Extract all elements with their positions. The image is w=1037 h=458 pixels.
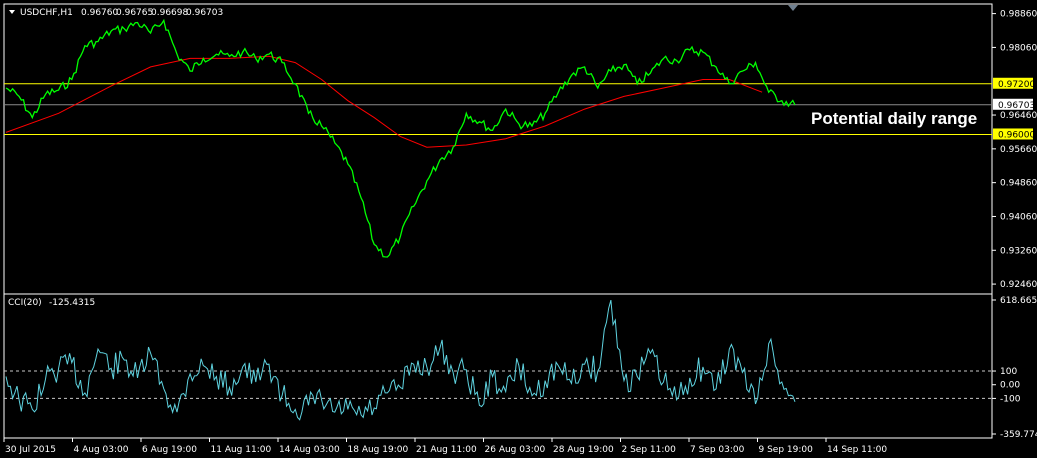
time-tick-label-0: 30 Jul 2015 — [5, 445, 56, 455]
price-tick-label-7: 0.92460 — [1000, 280, 1037, 290]
time-tick-label-12: 14 Sep 11:00 — [827, 445, 887, 455]
price-pane-frame — [3, 3, 993, 295]
time-tick-label-6: 21 Aug 11:00 — [416, 445, 477, 455]
level-badge-label-1: 0.96000 — [998, 130, 1035, 140]
time-tick-label-11: 9 Sep 19:00 — [759, 445, 814, 455]
price-header-label: USDCHF,H1 — [20, 8, 73, 18]
price-tick-label-5: 0.94060 — [1000, 212, 1037, 222]
price-header-low: 0.96698 — [151, 8, 188, 18]
price-tick-label-0: 0.98860 — [1000, 10, 1037, 20]
time-tick-label-9: 2 Sep 11:00 — [622, 445, 677, 455]
price-tick-label-3: 0.95660 — [1000, 145, 1037, 155]
time-tick-label-1: 4 Aug 03:00 — [74, 445, 129, 455]
price-header-open: 0.96760 — [81, 8, 118, 18]
cci-tick-label-4: -359.7745 — [1000, 430, 1037, 440]
cci-pane-frame — [3, 293, 993, 439]
time-tick-label-4: 14 Aug 03:00 — [279, 445, 340, 455]
price-header-close: 0.96703 — [186, 8, 223, 18]
last-price-badge-label: 0.96703 — [998, 101, 1035, 111]
potential-daily-range-annotation: Potential daily range — [811, 109, 977, 128]
time-tick-label-2: 6 Aug 19:00 — [142, 445, 197, 455]
time-tick-label-10: 7 Sep 03:00 — [690, 445, 745, 455]
level-badge-label-0: 0.97200 — [998, 80, 1035, 90]
price-tick-label-4: 0.94860 — [1000, 179, 1037, 189]
time-tick-label-7: 26 Aug 03:00 — [485, 445, 546, 455]
chart: USDCHF,H1 0.96760 0.96765 0.96698 0.9670… — [3, 3, 1037, 455]
time-tick-label-8: 28 Aug 19:00 — [553, 445, 614, 455]
cci-tick-label-2: 0.00 — [1000, 381, 1020, 391]
price-header-high: 0.96765 — [116, 8, 153, 18]
price-tick-label-6: 0.93260 — [1000, 246, 1037, 256]
cci-tick-label-1: 100 — [1000, 367, 1017, 377]
cci-header-label: CCI(20) — [8, 298, 42, 308]
cci-tick-label-3: -100 — [1000, 394, 1021, 404]
cci-header-value: -125.4315 — [49, 298, 95, 308]
price-tick-label-1: 0.98060 — [1000, 43, 1037, 53]
time-tick-label-3: 11 Aug 11:00 — [211, 445, 272, 455]
price-tick-label-2: 0.96460 — [1000, 111, 1037, 121]
time-tick-label-5: 18 Aug 19:00 — [348, 445, 409, 455]
cci-tick-label-0: 618.6654 — [1000, 296, 1037, 306]
